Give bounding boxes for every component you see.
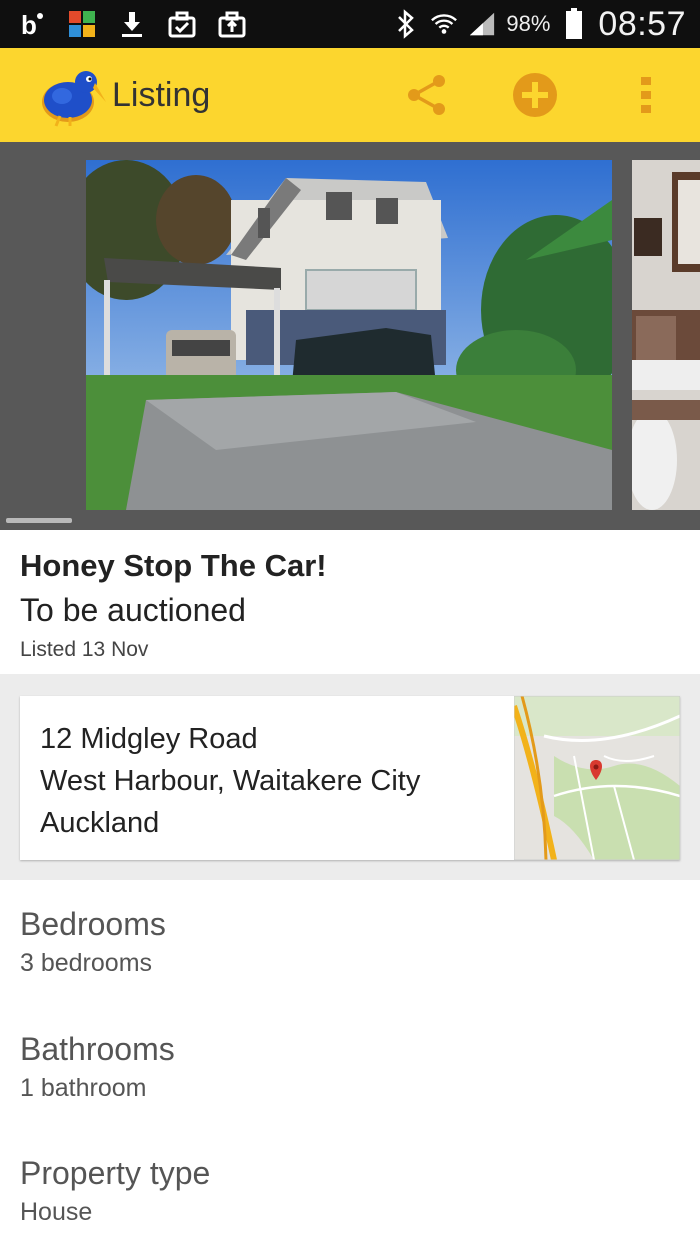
b-notification-icon: b: [18, 10, 46, 38]
briefcase-upload-icon: [218, 10, 246, 38]
battery-percent: 98%: [506, 11, 551, 36]
page-title: Listing: [112, 76, 211, 114]
listing-photo[interactable]: [86, 160, 612, 510]
overflow-menu-icon: [641, 77, 651, 113]
notification-icons: b: [18, 0, 246, 48]
address: 12 Midgley Road West Harbour, Waitakere …: [40, 718, 420, 844]
status-bar: b 98% 08:57: [0, 0, 700, 48]
share-icon: [408, 75, 445, 115]
svg-text:b: b: [21, 10, 37, 38]
add-button[interactable]: [510, 70, 560, 120]
detail-value: 3 bedrooms: [20, 949, 153, 977]
address-card[interactable]: 12 Midgley Road West Harbour, Waitakere …: [20, 696, 680, 860]
clock: 08:57: [598, 4, 686, 43]
detail-label: Bedrooms: [20, 906, 166, 942]
download-icon: [118, 10, 146, 38]
kiwi-logo-icon[interactable]: [38, 62, 106, 128]
detail-property-type: Property type House: [20, 1155, 680, 1227]
bluetooth-icon: [392, 9, 420, 39]
gallery-scroll-indicator: [6, 518, 72, 523]
detail-value: 1 bathroom: [20, 1074, 147, 1102]
detail-bedrooms: Bedrooms 3 bedrooms: [20, 906, 680, 978]
app-grid-icon: [68, 10, 96, 38]
address-suburb: West Harbour, Waitakere City: [40, 765, 421, 797]
add-circle-icon: [513, 73, 557, 117]
address-city: Auckland: [40, 807, 160, 839]
app-bar: Listing: [0, 48, 700, 142]
detail-label: Property type: [20, 1155, 211, 1191]
listing-date: Listed 13 Nov: [20, 638, 149, 661]
detail-bathrooms: Bathrooms 1 bathroom: [20, 1031, 680, 1103]
listing-header: Honey Stop The Car! To be auctioned List…: [0, 530, 700, 674]
briefcase-check-icon: [168, 10, 196, 38]
listing-status: To be auctioned: [20, 592, 246, 628]
battery-icon: [560, 8, 588, 39]
next-photo-preview[interactable]: [632, 160, 700, 510]
detail-label: Bathrooms: [20, 1031, 175, 1067]
detail-value: House: [20, 1198, 93, 1226]
wifi-icon: [430, 10, 458, 38]
listing-title: Honey Stop The Car!: [20, 548, 327, 583]
map-thumbnail[interactable]: [511, 696, 680, 860]
share-button[interactable]: [402, 70, 452, 120]
photo-gallery[interactable]: [0, 142, 700, 530]
signal-icon: [468, 10, 496, 38]
overflow-menu-button[interactable]: [628, 70, 664, 120]
address-street: 12 Midgley Road: [40, 723, 258, 755]
address-section: 12 Midgley Road West Harbour, Waitakere …: [0, 674, 700, 880]
